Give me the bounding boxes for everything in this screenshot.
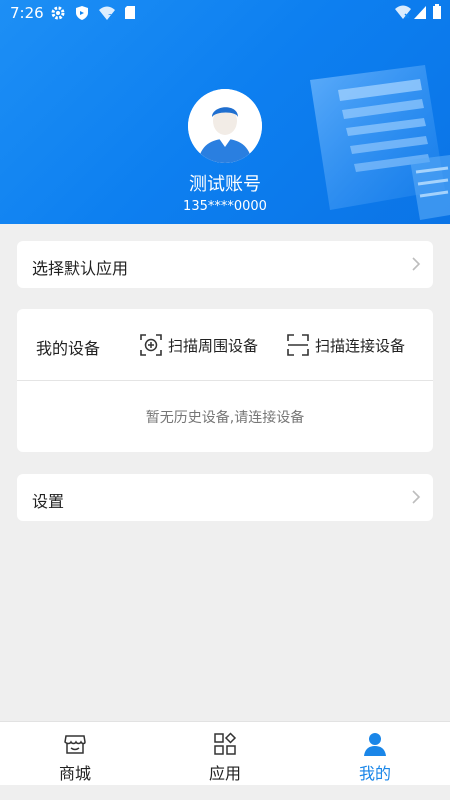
tab-mine-label: 我的 <box>358 764 391 783</box>
status-bar: 7:26 ? <box>0 0 450 26</box>
bottom-tab-bar: 商城 应用 我的 <box>0 721 450 786</box>
my-devices-title: 我的设备 <box>36 339 101 358</box>
signal-icon <box>413 4 427 24</box>
chevron-right-icon <box>411 489 421 509</box>
my-devices-card: 我的设备 扫描周围设备 扫描连接设备 暂无历史设备,请连接设备 <box>17 309 433 452</box>
account-name: 测试账号 <box>189 174 261 195</box>
wifi-question-icon: ? <box>98 5 116 25</box>
account-phone: 135****0000 <box>183 199 267 214</box>
shield-icon <box>75 5 89 25</box>
settings-label: 设置 <box>32 492 65 511</box>
scan-nearby-label: 扫描周围设备 <box>168 336 259 355</box>
default-app-row[interactable]: 选择默认应用 <box>17 241 433 288</box>
avatar-person-icon <box>188 89 262 163</box>
chevron-right-icon <box>411 256 421 276</box>
tab-apps-label: 应用 <box>208 764 241 783</box>
store-icon <box>64 735 86 754</box>
scan-connect-label: 扫描连接设备 <box>315 336 406 355</box>
profile-header: 7:26 ? 测试账号 135****0000 <box>0 0 450 224</box>
wifi-off-icon <box>394 4 412 24</box>
scan-nearby-button[interactable]: 扫描周围设备 <box>140 331 258 359</box>
svg-text:?: ? <box>108 13 112 21</box>
user-avatar[interactable] <box>188 89 262 163</box>
scan-connect-button[interactable]: 扫描连接设备 <box>287 331 405 359</box>
settings-row[interactable]: 设置 <box>17 474 433 521</box>
tab-store-label: 商城 <box>58 764 91 783</box>
devices-divider <box>17 380 433 381</box>
person-icon <box>364 733 386 756</box>
battery-icon <box>432 4 442 24</box>
scan-frame-icon <box>287 334 309 356</box>
tab-mine[interactable]: 我的 <box>300 722 450 786</box>
scan-add-icon <box>140 334 162 356</box>
tab-store[interactable]: 商城 <box>0 722 150 786</box>
apps-grid-icon <box>214 732 237 755</box>
no-devices-message: 暂无历史设备,请连接设备 <box>145 410 305 426</box>
default-app-label: 选择默认应用 <box>32 259 129 278</box>
bottom-strip <box>0 785 450 800</box>
sd-card-icon <box>124 5 136 24</box>
status-time: 7:26 <box>10 4 44 22</box>
settings-gear-icon <box>50 5 66 25</box>
tab-apps[interactable]: 应用 <box>150 722 300 786</box>
